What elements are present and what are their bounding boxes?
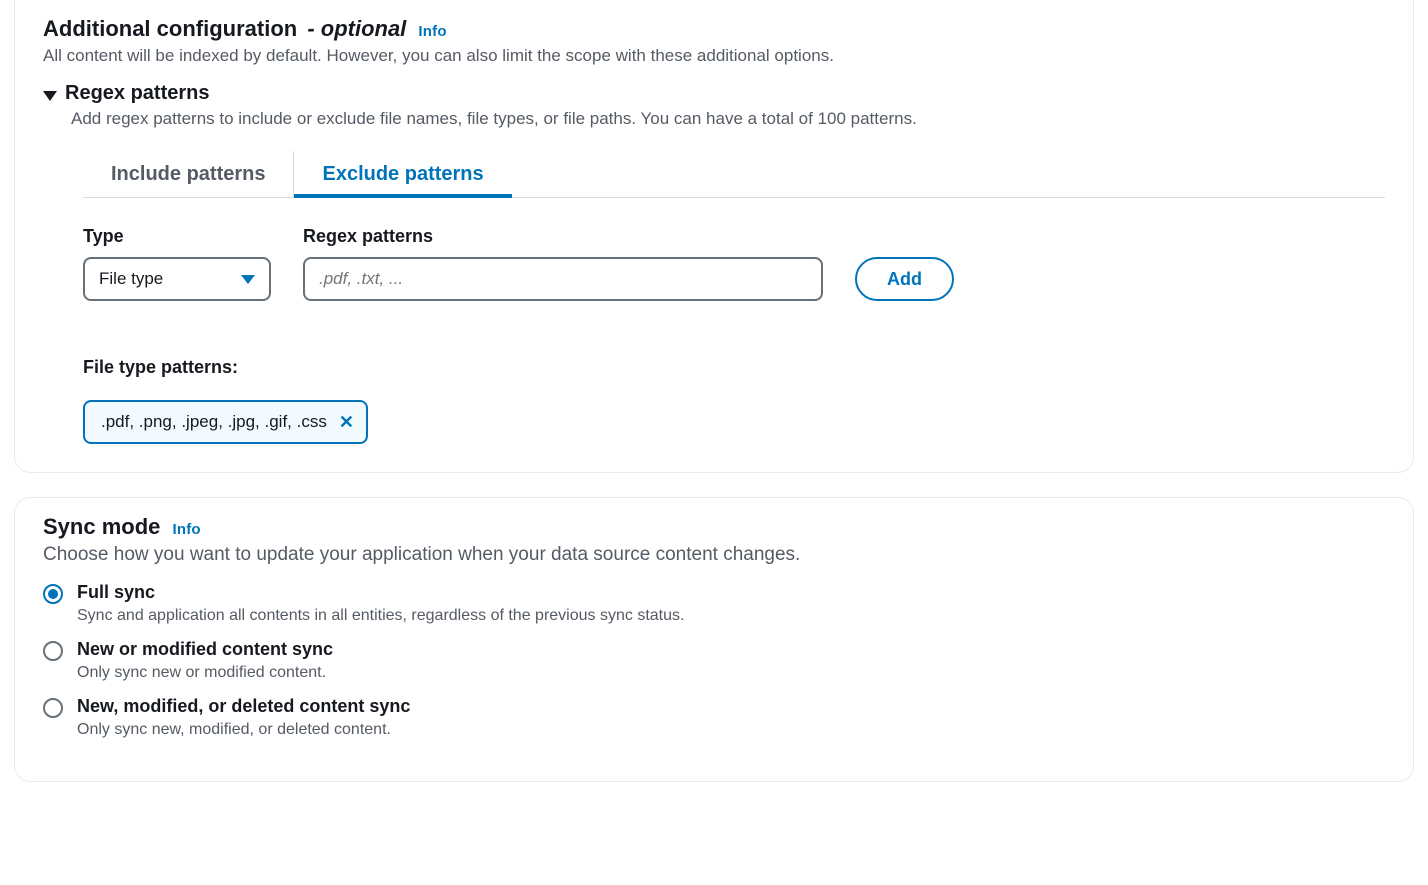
- radio-description: Only sync new, modified, or deleted cont…: [77, 721, 410, 739]
- type-label: Type: [83, 226, 271, 247]
- regex-patterns-title: Regex patterns: [65, 82, 210, 105]
- additional-config-title: Additional configuration: [43, 16, 297, 41]
- radio-description: Only sync new or modified content.: [77, 664, 333, 682]
- additional-config-description: All content will be indexed by default. …: [43, 46, 1385, 66]
- additional-config-header: Additional configuration - optional Info: [43, 16, 1385, 42]
- sync-mode-panel: Sync mode Info Choose how you want to up…: [14, 497, 1414, 782]
- regex-patterns-input[interactable]: [303, 257, 823, 301]
- tab-include-patterns[interactable]: Include patterns: [83, 151, 294, 198]
- radio-full-sync[interactable]: [43, 584, 63, 604]
- file-type-pattern-token: .pdf, .png, .jpeg, .jpg, .gif, .css ✕: [83, 400, 368, 444]
- token-text: .pdf, .png, .jpeg, .jpg, .gif, .css: [101, 412, 327, 432]
- info-link[interactable]: Info: [173, 521, 201, 538]
- radio-new-modified[interactable]: [43, 641, 63, 661]
- tab-exclude-patterns[interactable]: Exclude patterns: [294, 151, 511, 198]
- regex-patterns-description: Add regex patterns to include or exclude…: [71, 109, 1385, 129]
- optional-suffix: - optional: [301, 16, 406, 41]
- regex-input-label: Regex patterns: [303, 226, 823, 247]
- sync-mode-description: Choose how you want to update your appli…: [43, 544, 1385, 566]
- radio-new-modified-deleted[interactable]: [43, 698, 63, 718]
- type-select-value: File type: [99, 269, 163, 289]
- type-select[interactable]: File type: [83, 257, 271, 301]
- radio-option-new-modified[interactable]: New or modified content sync Only sync n…: [43, 639, 1385, 682]
- info-link[interactable]: Info: [418, 23, 446, 40]
- sync-mode-title: Sync mode: [43, 514, 160, 539]
- pattern-tabs: Include patterns Exclude patterns: [83, 151, 1385, 198]
- file-type-patterns-label: File type patterns:: [83, 357, 1385, 378]
- radio-label: New, modified, or deleted content sync: [77, 696, 410, 717]
- sync-mode-header: Sync mode Info: [43, 514, 1385, 540]
- additional-configuration-panel: Additional configuration - optional Info…: [14, 0, 1414, 473]
- radio-label: Full sync: [77, 582, 684, 603]
- chevron-down-icon: [241, 275, 255, 284]
- radio-label: New or modified content sync: [77, 639, 333, 660]
- caret-down-icon: [43, 91, 57, 101]
- regex-patterns-expander[interactable]: Regex patterns: [43, 82, 1385, 105]
- radio-description: Sync and application all contents in all…: [77, 607, 684, 625]
- add-button[interactable]: Add: [855, 257, 954, 301]
- regex-form-row: Type File type Regex patterns Add: [83, 226, 1385, 301]
- close-icon[interactable]: ✕: [339, 413, 354, 431]
- radio-option-new-modified-deleted[interactable]: New, modified, or deleted content sync O…: [43, 696, 1385, 739]
- radio-option-full-sync[interactable]: Full sync Sync and application all conte…: [43, 582, 1385, 625]
